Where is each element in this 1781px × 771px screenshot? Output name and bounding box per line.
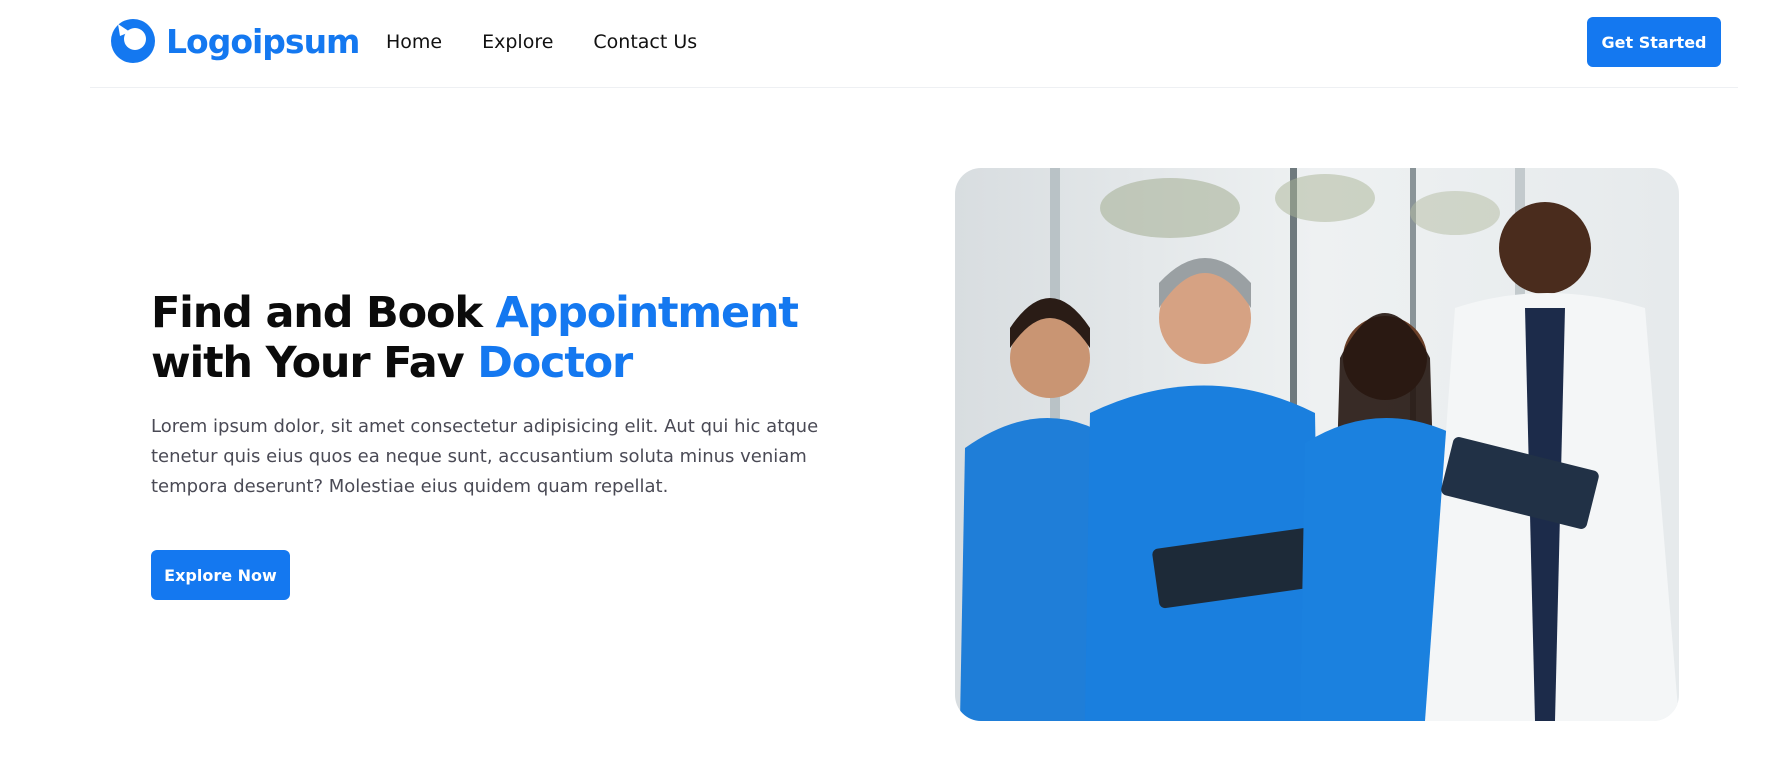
nav-explore[interactable]: Explore <box>482 28 553 56</box>
explore-now-button[interactable]: Explore Now <box>151 550 290 600</box>
hero-title: Find and Book Appointment with Your Fav … <box>151 288 891 388</box>
hero-title-part1: Find and Book <box>151 288 496 338</box>
hero-title-accent-appointment: Appointment <box>495 288 798 338</box>
hero-image <box>955 168 1679 721</box>
nav-home[interactable]: Home <box>386 28 442 56</box>
logo-text: Logoipsum <box>166 21 360 61</box>
hero-title-part2: with Your Fav <box>151 338 478 388</box>
hero-text-block: Find and Book Appointment with Your Fav … <box>151 288 891 502</box>
get-started-button[interactable]: Get Started <box>1587 17 1721 67</box>
nav-contact-us[interactable]: Contact Us <box>593 28 697 56</box>
logo-icon <box>111 19 155 63</box>
doctors-team-photo-icon <box>955 168 1679 721</box>
main-nav: Home Explore Contact Us <box>386 28 737 56</box>
hero-description: Lorem ipsum dolor, sit amet consectetur … <box>151 416 819 497</box>
hero-title-accent-doctor: Doctor <box>477 338 633 388</box>
site-header: Logoipsum Home Explore Contact Us Get St… <box>90 0 1738 88</box>
logo-link[interactable]: Logoipsum <box>110 18 360 64</box>
